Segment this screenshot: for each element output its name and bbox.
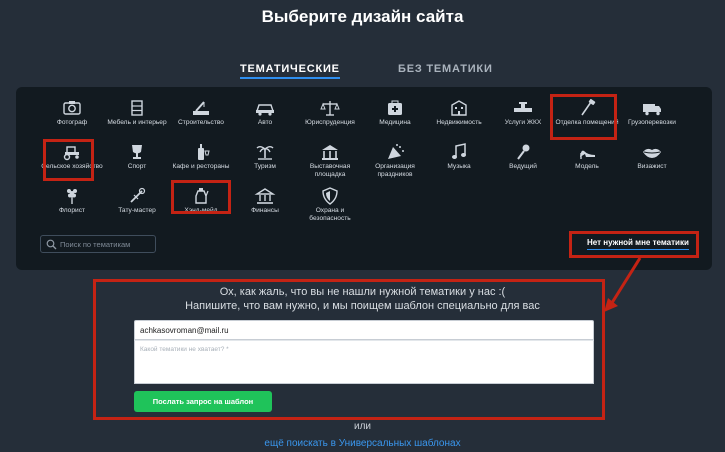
missing-theme-textarea[interactable] xyxy=(134,340,594,384)
category-handmade[interactable]: Хэнд-мейд xyxy=(168,187,234,215)
category-law[interactable]: Юриспруденция xyxy=(297,99,363,127)
category-finishing[interactable]: Отделка помещений xyxy=(554,99,620,127)
handmade-jar-icon xyxy=(190,187,212,205)
medical-kit-icon xyxy=(384,99,406,117)
universal-templates-link[interactable]: ещё поискать в Универсальных шаблонах xyxy=(0,438,725,449)
email-field[interactable] xyxy=(134,320,594,340)
truck-icon xyxy=(641,99,663,117)
category-real-estate[interactable]: Недвижимость xyxy=(426,99,492,127)
category-medicine[interactable]: Медицина xyxy=(362,99,428,127)
sorry-message: Ох, как жаль, что вы не нашли нужной тем… xyxy=(219,286,506,298)
category-music[interactable]: Музыка xyxy=(426,143,492,171)
bank-icon xyxy=(254,187,276,205)
category-construction[interactable]: Строительство xyxy=(168,99,234,127)
request-instructions: Напишите, что вам нужно, и мы поищем шаб… xyxy=(185,300,540,312)
search-icon xyxy=(46,239,57,250)
party-icon xyxy=(384,143,406,161)
category-finance[interactable]: Финансы xyxy=(232,187,298,215)
category-utilities[interactable]: Услуги ЖКХ xyxy=(490,99,556,127)
search-field[interactable] xyxy=(40,235,156,253)
building-icon xyxy=(448,99,470,117)
bottle-icon xyxy=(190,143,212,161)
send-request-button[interactable]: Послать запрос на шаблон xyxy=(134,391,272,412)
car-icon xyxy=(254,99,276,117)
category-florist[interactable]: Флорист xyxy=(39,187,105,215)
tabs: ТЕМАТИЧЕСКИЕ БЕЗ ТЕМАТИКИ xyxy=(0,63,725,83)
no-theme-link[interactable]: Нет нужной мне тематики xyxy=(587,238,689,250)
lips-icon xyxy=(641,143,663,161)
category-photographer[interactable]: Фотограф xyxy=(39,99,105,127)
tractor-icon xyxy=(61,143,83,161)
category-security[interactable]: Охрана и безопасность xyxy=(297,187,363,223)
tab-no-theme[interactable]: БЕЗ ТЕМАТИКИ xyxy=(398,63,493,75)
crane-icon xyxy=(190,99,212,117)
tab-thematic[interactable]: ТЕМАТИЧЕСКИЕ xyxy=(240,63,340,79)
microphone-icon xyxy=(512,143,534,161)
category-agriculture[interactable]: Сельское хозяйство xyxy=(39,143,105,171)
music-note-icon xyxy=(448,143,470,161)
exhibition-icon xyxy=(319,143,341,161)
trophy-icon xyxy=(126,143,148,161)
category-tourism[interactable]: Туризм xyxy=(232,143,298,171)
category-cafe[interactable]: Кафе и рестораны xyxy=(168,143,234,171)
high-heel-icon xyxy=(576,143,598,161)
category-furniture[interactable]: Мебель и интерьер xyxy=(104,99,170,127)
furniture-icon xyxy=(126,99,148,117)
palm-icon xyxy=(254,143,276,161)
category-host[interactable]: Ведущий xyxy=(490,143,556,171)
shield-icon xyxy=(319,187,341,205)
tattoo-machine-icon xyxy=(126,187,148,205)
flower-icon xyxy=(61,187,83,205)
pipe-icon xyxy=(512,99,534,117)
paint-roller-icon xyxy=(576,99,598,117)
category-auto[interactable]: Авто xyxy=(232,99,298,127)
category-events[interactable]: Организация праздников xyxy=(362,143,428,179)
category-model[interactable]: Модель xyxy=(554,143,620,171)
category-freight[interactable]: Грузоперевозки xyxy=(619,99,685,127)
category-exhibition[interactable]: Выставочная площадка xyxy=(297,143,363,179)
category-sport[interactable]: Спорт xyxy=(104,143,170,171)
or-separator: или xyxy=(353,421,371,432)
search-input[interactable] xyxy=(60,238,152,251)
camera-icon xyxy=(61,99,83,117)
category-tattoo[interactable]: Тату-мастер xyxy=(104,187,170,215)
categories-panel: Фотограф Мебель и интерьер Строительство… xyxy=(16,87,712,270)
scales-icon xyxy=(319,99,341,117)
category-makeup[interactable]: Визажист xyxy=(619,143,685,171)
page-title: Выберите дизайн сайта xyxy=(261,7,464,26)
